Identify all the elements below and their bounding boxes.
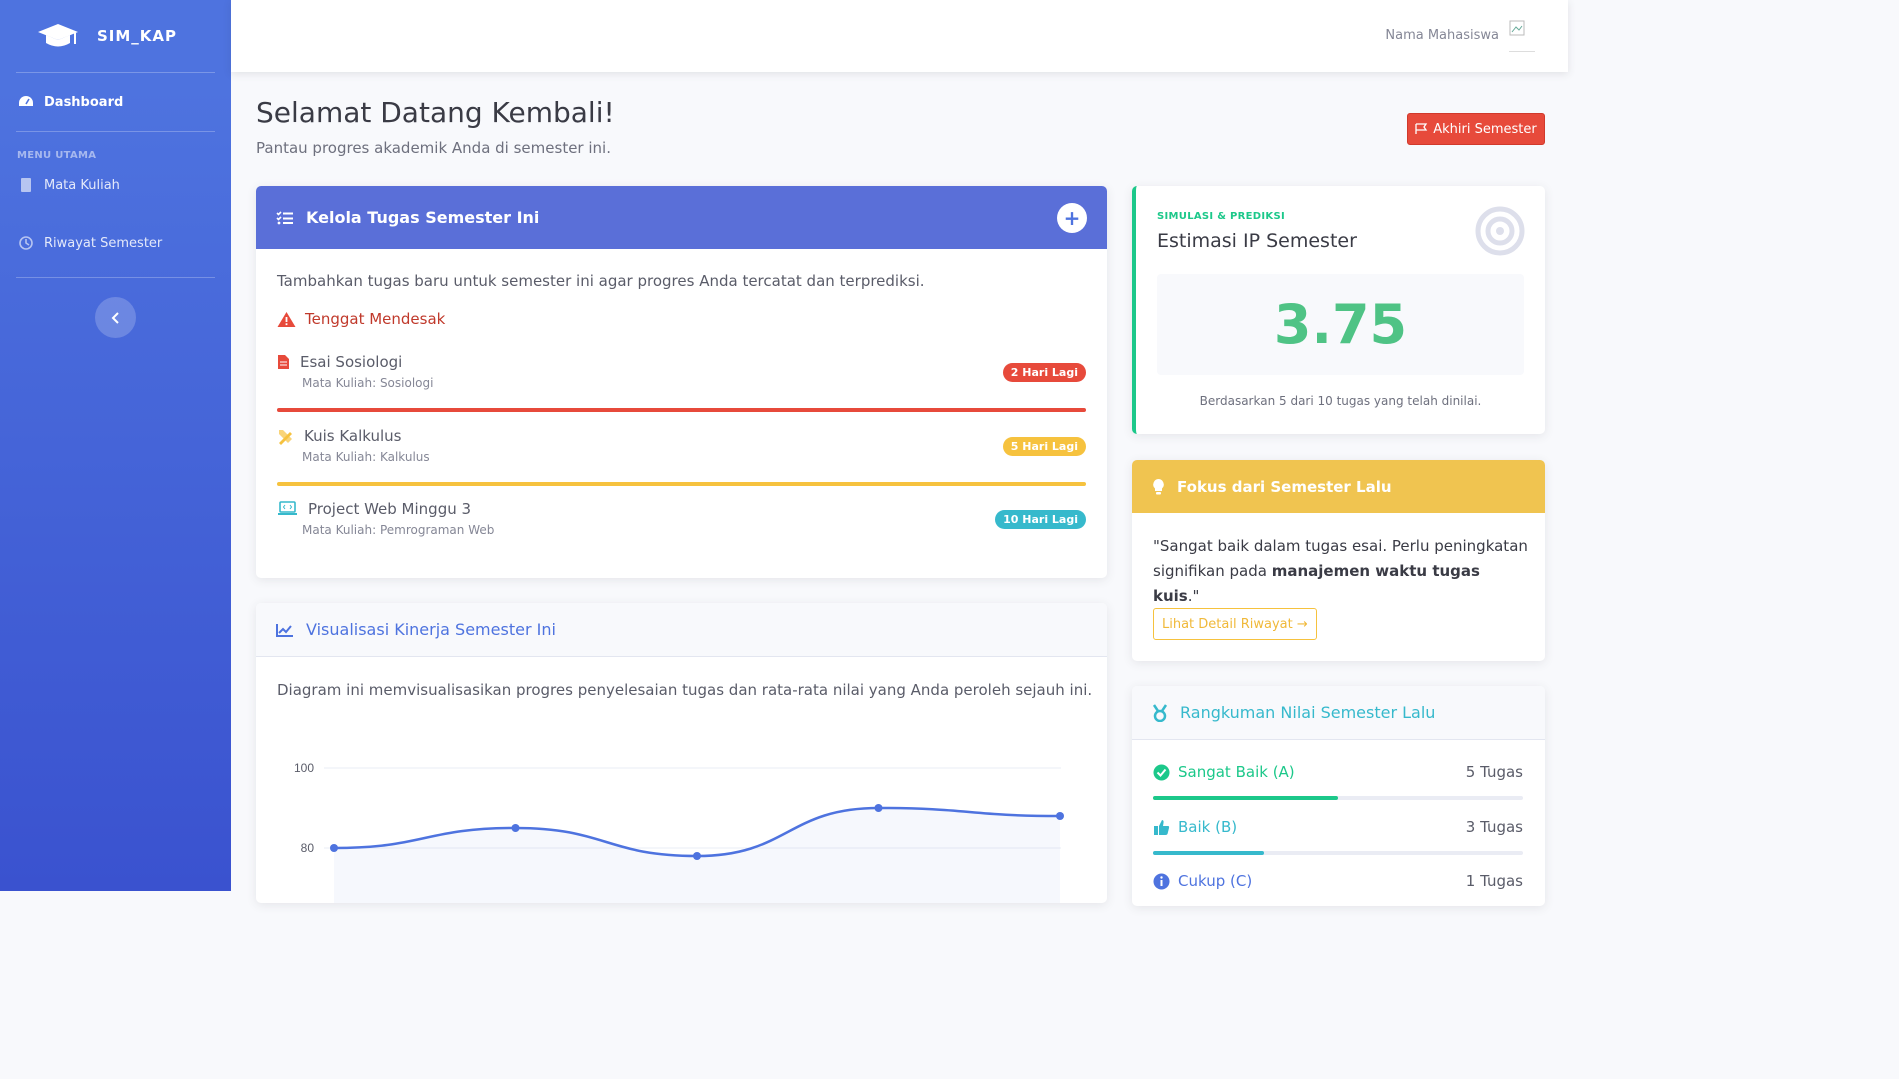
sidebar-item-dashboard[interactable]: Dashboard: [0, 73, 231, 131]
data-point[interactable]: [511, 824, 520, 832]
summary-card-title: Rangkuman Nilai Semester Lalu: [1180, 703, 1436, 722]
estimate-note: Berdasarkan 5 dari 10 tugas yang telah d…: [1199, 394, 1482, 408]
focus-card-title: Fokus dari Semester Lalu: [1177, 477, 1392, 496]
bullseye-icon: [1475, 206, 1525, 256]
task-card-title: Kelola Tugas Semester Ini: [306, 208, 540, 227]
ip-estimate-card: SIMULASI & PREDIKSI Estimasi IP Semester…: [1132, 186, 1545, 434]
page-subtitle: Pantau progres akademik Anda di semester…: [256, 139, 611, 157]
add-task-button[interactable]: +: [1057, 203, 1087, 233]
task-title: Esai Sosiologi: [300, 353, 403, 371]
summary-card-header: Rangkuman Nilai Semester Lalu: [1132, 686, 1545, 740]
task-divider: [277, 482, 1086, 486]
task-course: Mata Kuliah: Sosiologi: [302, 376, 434, 390]
line-chart-icon: [276, 623, 293, 637]
chart-card-header: Visualisasi Kinerja Semester Ini: [256, 603, 1107, 657]
tasks-list-icon: [276, 210, 293, 224]
data-point[interactable]: [693, 852, 701, 860]
brand[interactable]: SIM_KAP: [0, 0, 231, 72]
end-semester-label: Akhiri Semester: [1433, 121, 1537, 137]
data-point[interactable]: [1056, 812, 1064, 820]
y-tick-label: 80: [301, 841, 315, 855]
grade-row: Sangat Baik (A) 5 Tugas: [1153, 763, 1523, 800]
info-circle-icon: [1153, 873, 1170, 889]
grade-count: 5 Tugas: [1465, 763, 1523, 781]
avatar[interactable]: [1509, 20, 1535, 52]
grade-summary-card: Rangkuman Nilai Semester Lalu Sangat Bai…: [1132, 686, 1545, 906]
data-point[interactable]: [330, 844, 338, 852]
estimate-value-box: 3.75: [1157, 274, 1524, 375]
thumbs-up-icon: [1154, 819, 1170, 835]
sidebar-item-label: Mata Kuliah: [44, 177, 120, 193]
dashboard-gauge-icon: [19, 96, 33, 106]
urgent-heading: Tenggat Mendesak: [277, 310, 445, 328]
graduation-cap-icon: [38, 24, 78, 47]
deadline-badge: 10 Hari Lagi: [995, 510, 1086, 529]
pencil-ruler-icon: [279, 429, 292, 445]
view-history-button[interactable]: Lihat Detail Riwayat →: [1153, 608, 1317, 640]
warning-triangle-icon: [277, 311, 296, 327]
deadline-badge: 2 Hari Lagi: [1002, 363, 1086, 382]
focus-quote: "Sangat baik dalam tugas esai. Perlu pen…: [1153, 534, 1528, 609]
sidebar-item-label: Riwayat Semester: [44, 235, 163, 251]
sidebar-item-label: Dashboard: [44, 94, 124, 110]
grade-label: Baik (B): [1178, 818, 1238, 836]
task-divider: [277, 408, 1086, 412]
grade-progress-bar: [1153, 796, 1523, 800]
task-item[interactable]: Kuis Kalkulus Mata Kuliah: Kalkulus 5 Ha…: [277, 427, 1086, 486]
grade-progress-bar: [1153, 851, 1523, 855]
topbar: Nama Mahasiswa: [231, 0, 1568, 72]
estimate-value: 3.75: [1273, 293, 1408, 356]
performance-chart-card: Visualisasi Kinerja Semester Ini Diagram…: [256, 603, 1107, 903]
sidebar-heading: MENU UTAMA: [17, 150, 97, 161]
estimate-label: SIMULASI & PREDIKSI: [1157, 211, 1285, 222]
grade-label: Sangat Baik (A): [1178, 763, 1295, 781]
y-tick-label: 100: [294, 761, 314, 775]
data-point[interactable]: [874, 804, 883, 812]
page-title: Selamat Datang Kembali!: [256, 96, 615, 129]
task-description: Tambahkan tugas baru untuk semester ini …: [277, 272, 925, 290]
task-course: Mata Kuliah: Kalkulus: [302, 450, 430, 464]
chevron-left-icon: [111, 311, 119, 324]
sidebar-divider: [16, 277, 215, 278]
lightbulb-icon: [1153, 478, 1164, 494]
sidebar-item-riwayat-semester[interactable]: Riwayat Semester: [0, 209, 231, 277]
laptop-code-icon: [278, 501, 297, 515]
medal-icon: [1152, 703, 1168, 722]
grade-label: Cukup (C): [1178, 872, 1253, 890]
book-icon: [21, 178, 31, 192]
task-item[interactable]: Esai Sosiologi Mata Kuliah: Sosiologi 2 …: [277, 353, 1086, 412]
task-title: Project Web Minggu 3: [308, 500, 472, 518]
user-name[interactable]: Nama Mahasiswa: [1385, 28, 1499, 43]
document-icon: [278, 355, 289, 369]
quote-text-end: .": [1187, 587, 1200, 605]
grade-count: 1 Tugas: [1465, 872, 1523, 890]
brand-name: SIM_KAP: [97, 27, 178, 45]
performance-line-chart: 100 80: [294, 761, 1064, 903]
task-card: Kelola Tugas Semester Ini + Tambahkan tu…: [256, 186, 1107, 578]
broken-image-icon: [1509, 20, 1525, 36]
grade-count: 3 Tugas: [1465, 818, 1523, 836]
grade-row: Cukup (C) 1 Tugas: [1153, 872, 1523, 890]
urgent-label: Tenggat Mendesak: [305, 310, 446, 328]
sidebar-item-mata-kuliah[interactable]: Mata Kuliah: [0, 161, 231, 209]
end-semester-button[interactable]: Akhiri Semester: [1407, 113, 1545, 145]
grade-row: Baik (B) 3 Tugas: [1153, 818, 1523, 855]
sidebar-toggle-button[interactable]: [95, 297, 136, 338]
task-title: Kuis Kalkulus: [304, 427, 402, 445]
check-circle-icon: [1153, 764, 1170, 780]
plus-icon: +: [1063, 206, 1081, 230]
task-card-header: Kelola Tugas Semester Ini: [256, 186, 1107, 249]
focus-card-header: Fokus dari Semester Lalu: [1132, 460, 1545, 513]
history-icon: [19, 236, 33, 250]
chart-card-title: Visualisasi Kinerja Semester Ini: [306, 620, 556, 639]
estimate-title: Estimasi IP Semester: [1157, 230, 1357, 252]
task-course: Mata Kuliah: Pemrograman Web: [302, 523, 495, 537]
focus-card: Fokus dari Semester Lalu "Sangat baik da…: [1132, 460, 1545, 661]
sidebar: SIM_KAP Dashboard MENU UTAMA Mata Kuliah…: [0, 0, 231, 891]
deadline-badge: 5 Hari Lagi: [1002, 437, 1086, 456]
task-item[interactable]: Project Web Minggu 3 Mata Kuliah: Pemrog…: [277, 500, 1086, 537]
flag-icon: [1415, 123, 1428, 134]
